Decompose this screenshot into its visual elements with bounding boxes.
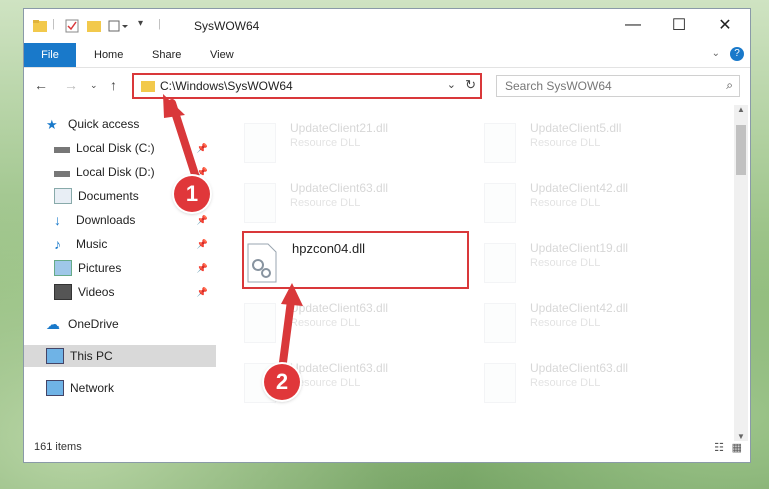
step-badge-2: 2 [264,364,300,400]
step-badge-1: 1 [174,176,210,212]
annotation-arrows [163,94,303,374]
